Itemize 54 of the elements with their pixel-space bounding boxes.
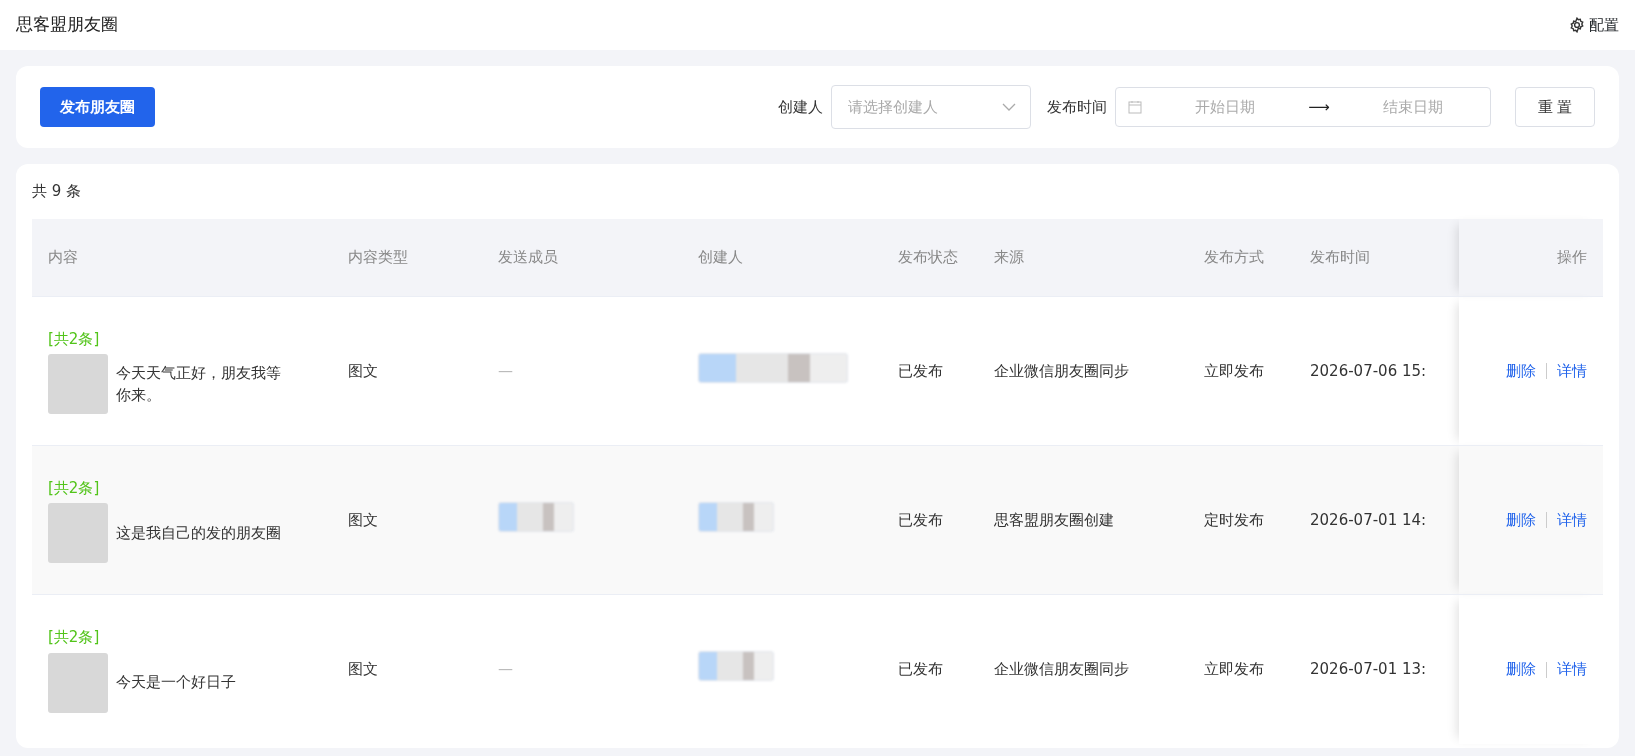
source-text: 思客盟朋友圈创建 (994, 510, 1114, 529)
column-header: 发送成员 (482, 218, 682, 297)
photo-placeholder (48, 354, 108, 415)
photo-placeholder (48, 503, 108, 564)
item-count: [共2条] (48, 627, 101, 648)
item-count: [共2条] (48, 328, 101, 350)
empty-dash: — (498, 660, 513, 678)
creator-label: 创建人 (778, 96, 823, 118)
date-range-field[interactable]: 开始日期 ⟶ 结束日期 (1115, 87, 1491, 127)
publish-method: 立即发布 (1204, 361, 1264, 380)
publish-method: 立即发布 (1204, 660, 1264, 678)
details-link[interactable]: 详情 (1557, 361, 1587, 380)
column-header: 创建人 (682, 218, 882, 297)
source-text: 企业微信朋友圈同步 (994, 660, 1129, 678)
publish-time: 2026-07-01 13: (1310, 660, 1427, 678)
publish-method: 定时发布 (1204, 510, 1264, 529)
content-type: 图文 (348, 361, 378, 380)
page-title: 思客盟朋友圈 (16, 13, 118, 37)
column-header: 发布状态 (882, 218, 978, 297)
item-count: [共2条] (48, 477, 101, 499)
range-arrow: ⟶ (1308, 96, 1330, 118)
publish-status: 已发布 (898, 361, 943, 380)
publish-time-label: 发布时间 (1047, 96, 1107, 118)
content-type: 图文 (348, 660, 378, 678)
reset-button[interactable]: 重 置 (1515, 87, 1595, 127)
settings-icon (1569, 17, 1585, 33)
details-link[interactable]: 详情 (1557, 510, 1587, 529)
post-text: 今天天气正好，朋友我等你来。 (116, 362, 282, 407)
empty-dash: — (498, 361, 513, 380)
creator-select[interactable]: 请选择创建人 (831, 85, 1031, 129)
column-header: 发布时间 (1294, 218, 1459, 297)
column-header: 内容 (32, 218, 332, 297)
source-text: 企业微信朋友圈同步 (994, 361, 1129, 380)
total-count: 共 9 条 (32, 181, 83, 202)
calendar-icon (1128, 100, 1142, 114)
photo-placeholder (48, 652, 108, 713)
column-header: 来源 (978, 218, 1188, 297)
settings-link[interactable]: 配置 (1569, 13, 1619, 37)
column-header: 发布方式 (1188, 218, 1294, 297)
column-header: 内容类型 (332, 218, 482, 297)
chevron-down-icon (1002, 103, 1016, 111)
publish-time: 2026-07-01 14: (1310, 510, 1427, 529)
post-text: 这是我自己的发的朋友圈 (116, 523, 281, 544)
delete-link[interactable]: 删除 (1506, 660, 1536, 678)
delete-link[interactable]: 删除 (1506, 510, 1536, 529)
publish-button[interactable]: 发布朋友圈 (40, 86, 155, 128)
publish-status: 已发布 (898, 510, 943, 529)
delete-link[interactable]: 删除 (1506, 361, 1536, 380)
post-text: 今天是一个好日子 (116, 672, 236, 694)
details-link[interactable]: 详情 (1557, 660, 1587, 678)
publish-time: 2026-07-06 15: (1310, 361, 1427, 380)
content-type: 图文 (348, 510, 378, 529)
publish-status: 已发布 (898, 660, 943, 678)
column-header: 操作 (1459, 218, 1603, 297)
